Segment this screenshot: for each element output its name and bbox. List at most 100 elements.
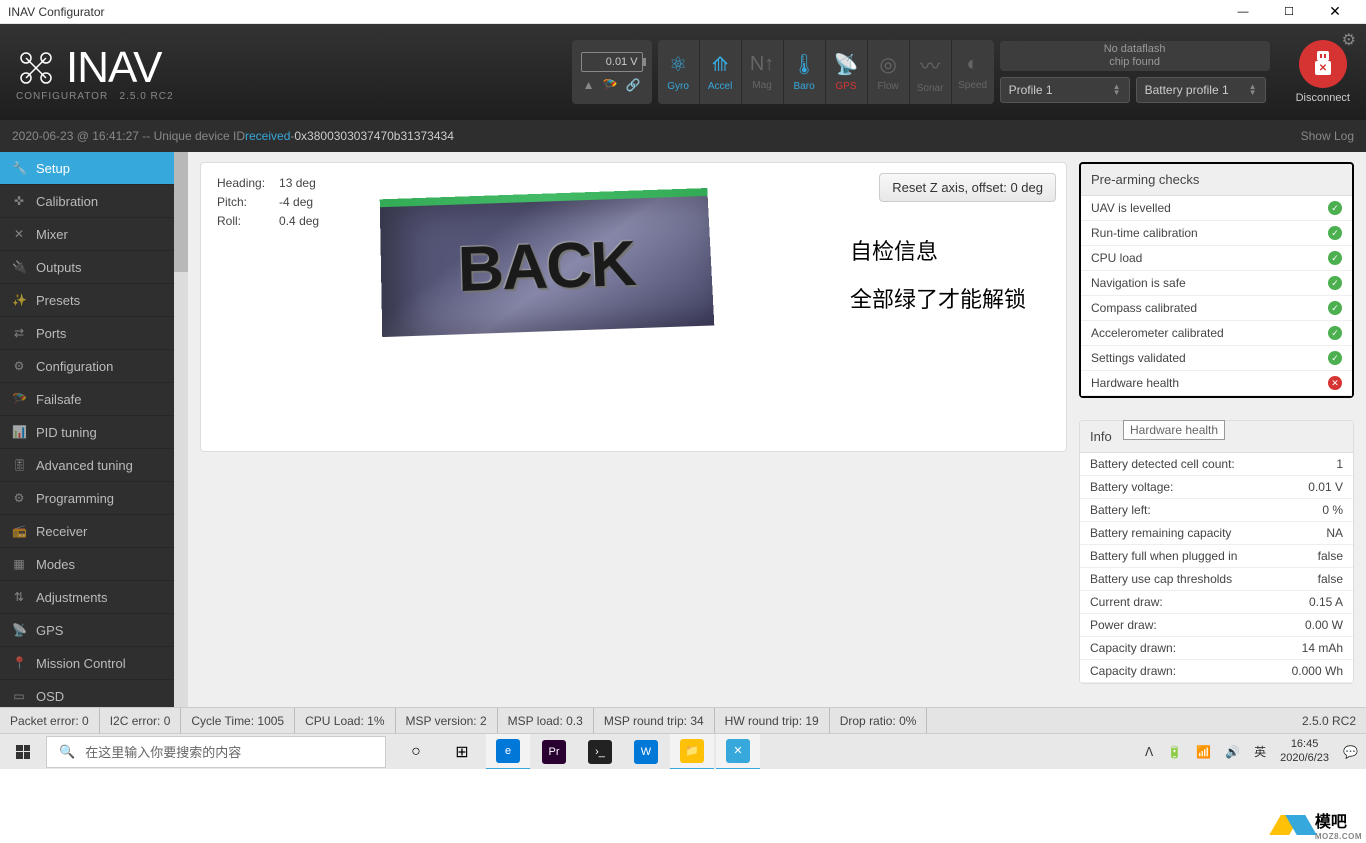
- watermark: 模吧 MOZ8.COM: [1275, 808, 1362, 841]
- prearm-check-row: Accelerometer calibrated✓: [1081, 321, 1352, 346]
- nav-icon: ▭: [12, 689, 26, 703]
- sonar-icon: 〰: [920, 50, 940, 79]
- prearm-check-row: Compass calibrated✓: [1081, 296, 1352, 321]
- sidebar-item-ports[interactable]: ⇄Ports: [0, 317, 188, 350]
- check-ok-icon: ✓: [1328, 326, 1342, 340]
- sensor-sonar: 〰Sonar: [910, 40, 952, 104]
- explorer-icon[interactable]: 📁: [670, 734, 714, 770]
- sidebar-item-modes[interactable]: ▦Modes: [0, 548, 188, 581]
- sensor-bar: ⚛Gyro⟰AccelN↑Mag🌡Baro📡GPS◎Flow〰Sonar◐Spe…: [658, 40, 994, 104]
- status-cell: CPU Load: 1%: [295, 708, 395, 733]
- info-row: Battery full when plugged infalse: [1080, 545, 1353, 568]
- nav-icon: 🎚: [12, 458, 26, 472]
- sidebar-item-mission-control[interactable]: 📍Mission Control: [0, 647, 188, 680]
- sidebar-item-presets[interactable]: ✨Presets: [0, 284, 188, 317]
- sensor-gps: 📡GPS: [826, 40, 868, 104]
- tray-volume-icon[interactable]: 🔊: [1225, 745, 1240, 759]
- terminal-icon[interactable]: ›_: [578, 734, 622, 770]
- log-bar: 2020-06-23 @ 16:41:27 -- Unique device I…: [0, 120, 1366, 152]
- edge-icon[interactable]: e: [486, 734, 530, 770]
- nav-icon: 📻: [12, 524, 26, 538]
- gps-icon: 📡: [834, 52, 859, 77]
- version-label: 2.5.0 RC2: [1292, 714, 1366, 728]
- info-row: Capacity drawn:14 mAh: [1080, 637, 1353, 660]
- sidebar-item-setup[interactable]: 🔧Setup: [0, 152, 188, 185]
- search-input[interactable]: 🔍 在这里输入你要搜索的内容: [46, 736, 386, 768]
- content-area: Heading:13 deg Pitch:-4 deg Roll:0.4 deg…: [188, 152, 1366, 707]
- link-icon: 🔗: [626, 78, 641, 92]
- premiere-icon[interactable]: Pr: [532, 734, 576, 770]
- cortana-icon[interactable]: ○: [394, 734, 438, 770]
- sensor-speed: ◐Speed: [952, 40, 994, 104]
- check-error-icon: ✕: [1328, 376, 1342, 390]
- prearming-panel: Pre-arming checks UAV is levelled✓Run-ti…: [1079, 162, 1354, 398]
- sidebar-item-pid-tuning[interactable]: 📊PID tuning: [0, 416, 188, 449]
- info-row: Current draw:0.15 A: [1080, 591, 1353, 614]
- wps-icon[interactable]: W: [624, 734, 668, 770]
- status-cell: HW round trip: 19: [715, 708, 830, 733]
- logo-text: INAV: [66, 43, 161, 93]
- tray-wifi-icon[interactable]: 📶: [1196, 745, 1211, 759]
- sidebar-item-osd[interactable]: ▭OSD: [0, 680, 188, 707]
- info-row: Power draw:0.00 W: [1080, 614, 1353, 637]
- status-cell: Drop ratio: 0%: [830, 708, 928, 733]
- taskview-icon[interactable]: ⊞: [440, 734, 484, 770]
- prearming-title: Pre-arming checks: [1081, 164, 1352, 196]
- sidebar-item-programming[interactable]: ⚙Programming: [0, 482, 188, 515]
- disconnect-button[interactable]: ✕: [1299, 40, 1347, 88]
- prearm-check-row: UAV is levelled✓: [1081, 196, 1352, 221]
- tray-battery-icon[interactable]: 🔋: [1167, 745, 1182, 759]
- check-ok-icon: ✓: [1328, 301, 1342, 315]
- info-row: Battery detected cell count:1: [1080, 453, 1353, 476]
- sidebar-item-failsafe[interactable]: 🪂Failsafe: [0, 383, 188, 416]
- tray-chevron-icon[interactable]: ᐱ: [1145, 745, 1153, 759]
- info-row: Battery use cap thresholdsfalse: [1080, 568, 1353, 591]
- nav-icon: 🪂: [12, 392, 26, 406]
- tray-notifications-icon[interactable]: 💬: [1343, 745, 1358, 759]
- show-log-button[interactable]: Show Log: [1301, 129, 1354, 143]
- close-button[interactable]: ✕: [1312, 0, 1358, 24]
- battery-profile-select[interactable]: Battery profile 1▲▼: [1136, 77, 1266, 103]
- nav-icon: ✨: [12, 293, 26, 307]
- inav-taskbar-icon[interactable]: ✕: [716, 734, 760, 770]
- nav-icon: ⚙: [12, 491, 26, 505]
- sensor-flow: ◎Flow: [868, 40, 910, 104]
- sidebar-item-configuration[interactable]: ⚙Configuration: [0, 350, 188, 383]
- sidebar-item-outputs[interactable]: 🔌Outputs: [0, 251, 188, 284]
- sidebar: 🔧Setup✜Calibration✕Mixer🔌Outputs✨Presets…: [0, 152, 188, 707]
- sidebar-item-advanced-tuning[interactable]: 🎚Advanced tuning: [0, 449, 188, 482]
- maximize-button[interactable]: ☐: [1266, 0, 1312, 24]
- sidebar-item-gps[interactable]: 📡GPS: [0, 614, 188, 647]
- reset-z-axis-button[interactable]: Reset Z axis, offset: 0 deg: [879, 173, 1056, 202]
- sidebar-item-mixer[interactable]: ✕Mixer: [0, 218, 188, 251]
- check-ok-icon: ✓: [1328, 276, 1342, 290]
- tray-clock[interactable]: 16:452020/6/23: [1280, 738, 1329, 764]
- info-row: Battery remaining capacityNA: [1080, 522, 1353, 545]
- model-3d[interactable]: BACK: [380, 188, 715, 339]
- check-ok-icon: ✓: [1328, 226, 1342, 240]
- warning-icon: ▲: [583, 78, 595, 92]
- sidebar-item-receiver[interactable]: 📻Receiver: [0, 515, 188, 548]
- sidebar-item-adjustments[interactable]: ⇅Adjustments: [0, 581, 188, 614]
- nav-icon: ⇄: [12, 326, 26, 340]
- failsafe-icon: 🪂: [603, 78, 618, 92]
- voltage-indicator: 0.01 V ▲ 🪂 🔗: [572, 40, 652, 104]
- sidebar-scrollbar[interactable]: [174, 152, 188, 707]
- speed-icon: ◐: [967, 53, 979, 76]
- profile-select[interactable]: Profile 1▲▼: [1000, 77, 1130, 103]
- tooltip: Hardware health: [1123, 420, 1225, 440]
- settings-icon[interactable]: ⚙: [1342, 30, 1356, 50]
- tray-ime-icon[interactable]: 英: [1254, 743, 1266, 760]
- status-cell: Packet error: 0: [0, 708, 100, 733]
- nav-icon: ▦: [12, 557, 26, 571]
- prearm-check-row: CPU load✓: [1081, 246, 1352, 271]
- start-button[interactable]: [0, 734, 46, 770]
- nav-icon: 📍: [12, 656, 26, 670]
- minimize-button[interactable]: —: [1220, 0, 1266, 24]
- nav-icon: ✕: [12, 227, 26, 241]
- status-cell: MSP load: 0.3: [498, 708, 594, 733]
- flow-icon: ◎: [879, 52, 896, 77]
- sidebar-item-calibration[interactable]: ✜Calibration: [0, 185, 188, 218]
- prearm-check-row: Hardware health✕: [1081, 371, 1352, 396]
- nav-icon: 🔧: [12, 161, 26, 175]
